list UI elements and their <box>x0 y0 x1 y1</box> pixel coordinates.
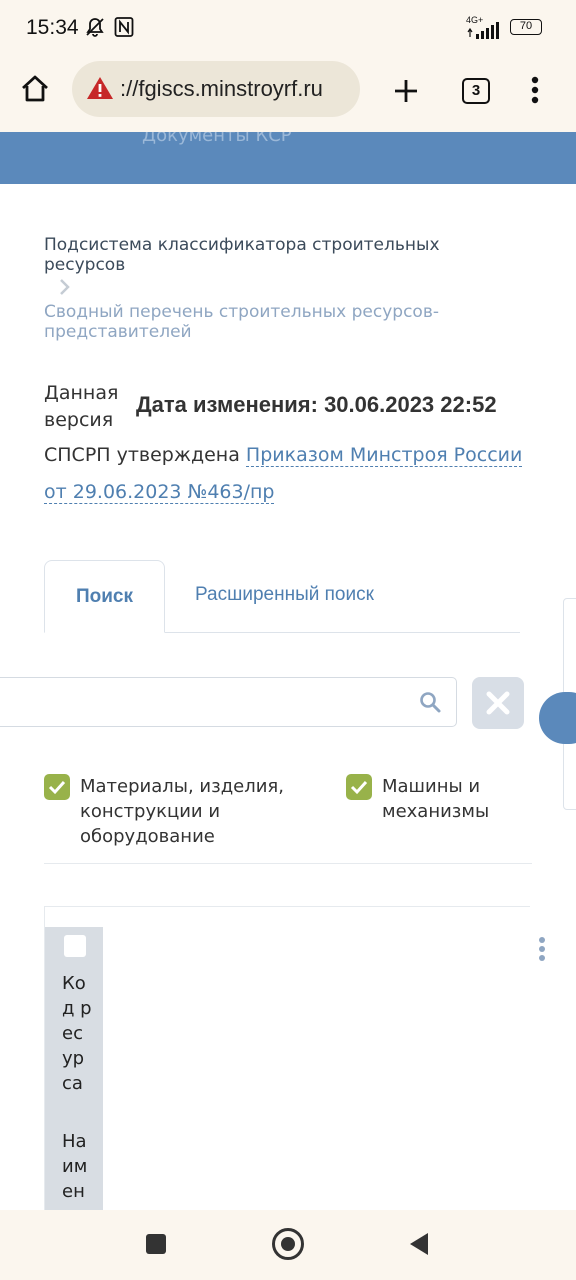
close-icon <box>486 691 510 715</box>
check-icon <box>48 780 66 795</box>
new-tab-icon[interactable] <box>393 78 419 104</box>
filter-machines-checkbox[interactable] <box>346 774 372 800</box>
more-options-icon[interactable] <box>530 76 540 106</box>
mute-icon <box>84 16 106 42</box>
header-nav-link[interactable]: Документы КСР <box>142 132 292 146</box>
search-input[interactable] <box>0 677 457 727</box>
back-icon[interactable] <box>408 1232 430 1256</box>
site-header: Документы КСР <box>0 132 576 184</box>
clear-search-button[interactable] <box>472 677 524 729</box>
filter-machines-label[interactable]: Машины и механизмы <box>382 774 492 824</box>
column-header-code[interactable]: Код ресурса <box>62 971 92 1096</box>
home-icon[interactable] <box>20 74 50 104</box>
table-header-column: Код ресурса Наимен <box>45 927 103 1212</box>
select-all-checkbox[interactable] <box>64 935 86 957</box>
status-time: 15:34 <box>26 16 79 39</box>
battery-icon: 70 <box>510 19 542 35</box>
warning-icon <box>87 77 113 99</box>
system-nav-bar <box>0 1210 576 1280</box>
column-menu-icon[interactable] <box>537 936 547 962</box>
column-header-name[interactable]: Наимен <box>62 1129 92 1204</box>
tab-search[interactable]: Поиск <box>44 560 165 633</box>
url-bar[interactable]: ://fgiscs.minstroyrf.ru <box>72 61 360 117</box>
browser-toolbar: ://fgiscs.minstroyrf.ru 3 <box>0 56 576 132</box>
url-text: ://fgiscs.minstroyrf.ru <box>120 76 323 101</box>
filters-divider <box>44 863 532 864</box>
scroll-top-button[interactable] <box>539 692 576 744</box>
version-label: Данная версия <box>44 382 119 431</box>
chevron-right-icon <box>60 279 70 295</box>
recents-button[interactable] <box>146 1234 166 1254</box>
approval-prefix: СПСРП утверждена <box>44 444 240 466</box>
tab-advanced-search[interactable]: Расширенный поиск <box>195 584 374 606</box>
signal-icon <box>467 22 499 39</box>
table-border <box>44 906 530 907</box>
check-icon <box>350 780 368 795</box>
status-indicators: 4G+ 70 <box>466 15 548 40</box>
approval-text: СПСРП утверждена Приказом Минстроя Росси… <box>44 437 544 511</box>
status-bar: 15:34 4G+ 70 <box>0 0 576 56</box>
breadcrumb-link-subsystem[interactable]: Подсистема классификатора строительных р… <box>44 235 484 275</box>
modified-date: Дата изменения: 30.06.2023 22:52 <box>136 392 497 417</box>
tab-switcher-button[interactable]: 3 <box>462 78 490 104</box>
home-button[interactable] <box>272 1228 304 1260</box>
search-icon[interactable] <box>418 690 442 714</box>
filter-materials-checkbox[interactable] <box>44 774 70 800</box>
breadcrumb-current: Сводный перечень строительных ресурсов-п… <box>44 302 439 342</box>
filter-materials-label[interactable]: Материалы, изделия, конструкции и оборуд… <box>80 774 300 849</box>
nfc-icon <box>114 16 134 42</box>
